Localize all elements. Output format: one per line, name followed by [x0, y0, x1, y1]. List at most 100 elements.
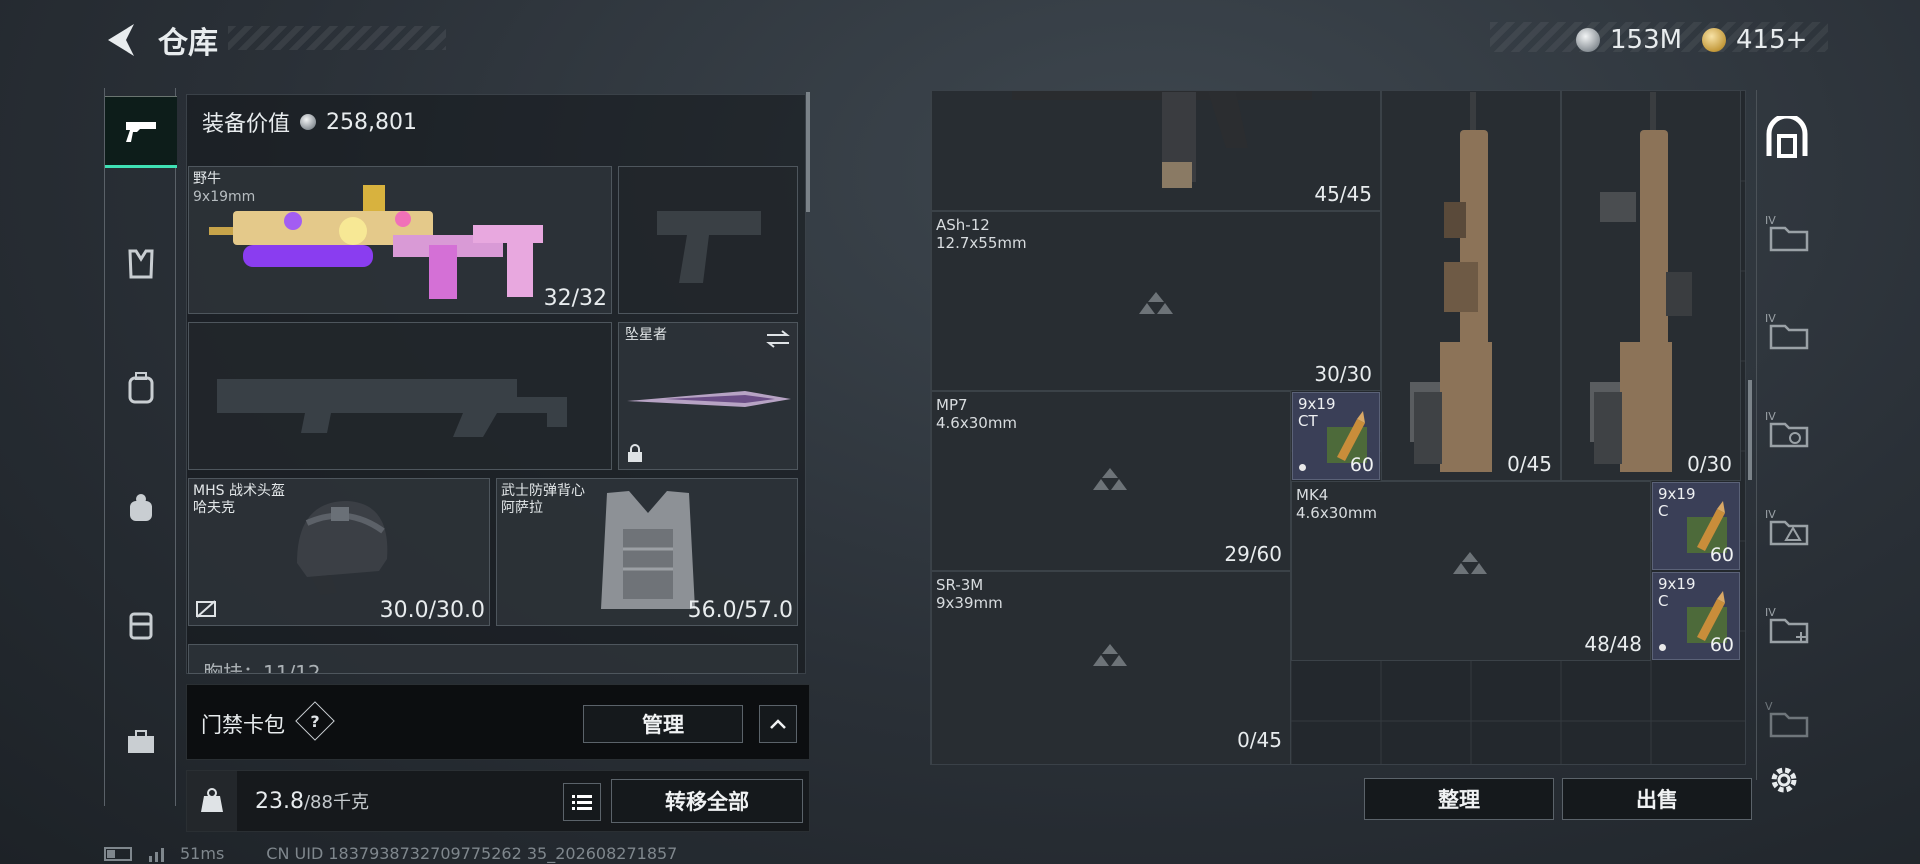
tab-armor-rig[interactable] [105, 228, 177, 300]
grid-item-top[interactable]: 45/45 [931, 91, 1381, 211]
grid-item-rifle-1[interactable]: 0/45 [1381, 91, 1561, 481]
swap-icon[interactable] [765, 329, 791, 349]
tab-container[interactable] [105, 588, 177, 660]
collapse-button[interactable] [759, 705, 797, 743]
chest-rig-slot[interactable]: 胸挂：11/12 [188, 644, 798, 674]
grid-scrollbar[interactable] [1748, 380, 1752, 480]
svg-text:IV: IV [1765, 508, 1776, 521]
item-rarity-icon [1093, 468, 1127, 490]
melee-slot[interactable]: 坠星者 [618, 322, 798, 470]
manage-button[interactable]: 管理 [583, 705, 743, 743]
helmet-image [297, 501, 388, 595]
silver-coin-icon [1576, 28, 1600, 52]
gold-currency[interactable]: 415+ [1702, 25, 1807, 55]
ammo-box-3[interactable]: 9x19 C 60 [1652, 572, 1740, 660]
item-rarity-icon [1453, 552, 1487, 574]
gear-icon [1771, 767, 1797, 793]
stash-tabs: IV IV IV IV IV V [1756, 90, 1818, 780]
title-decoration [228, 26, 446, 50]
svg-text:IV: IV [1765, 312, 1776, 325]
vertical-rifle-image [1410, 92, 1492, 472]
gate-card-label: 门禁卡包 [201, 713, 285, 737]
armor-slot[interactable]: 武士防弹背心 阿萨拉 56.0/57.0 [496, 478, 798, 626]
tab-backpack[interactable] [105, 352, 177, 424]
armor-vest-image [601, 491, 695, 609]
weight-icon [187, 771, 237, 831]
gate-card-bar: 门禁卡包 ? 管理 [186, 684, 810, 760]
chevron-up-icon [770, 719, 786, 729]
case-icon [129, 612, 153, 640]
weight-bar: 23.8/88千克 转移全部 [186, 770, 810, 832]
tab-pouch[interactable] [105, 472, 177, 544]
helmet-name: MHS 战术头盔 [193, 483, 285, 499]
user-uid: CN UID 1837938732709775262 35_2026082718… [266, 844, 678, 863]
bizon-smg-image [209, 185, 543, 299]
sell-button[interactable]: 出售 [1562, 778, 1752, 820]
stash-tab-iv-2[interactable]: IV [1765, 310, 1811, 356]
weapon-ammo-count: 32/32 [543, 286, 607, 311]
grid-item-mp7[interactable]: MP7 4.6x30mm 29/60 [931, 391, 1291, 571]
category-tabs [104, 88, 177, 806]
settings-button[interactable] [1766, 762, 1802, 798]
svg-text:IV: IV [1765, 606, 1776, 619]
stash-grid: 45/45 ASh-12 12.7x55mm 30/30 MP7 4.6x30m… [930, 90, 1746, 765]
folder-v-icon: V [1765, 700, 1809, 738]
grid-item-ash12[interactable]: ASh-12 12.7x55mm 30/30 [931, 211, 1381, 391]
transfer-all-button[interactable]: 转移全部 [611, 779, 803, 823]
grid-item-mk4[interactable]: MK4 4.6x30mm 48/48 [1291, 481, 1651, 661]
armor-name: 武士防弹背心 [501, 483, 585, 499]
pistol-icon [126, 122, 156, 142]
melee-name: 坠星者 [625, 327, 667, 343]
pouch-icon [130, 494, 152, 521]
gold-coin-icon [1702, 28, 1726, 52]
signal-icon [149, 847, 164, 862]
helmet-slot[interactable]: MHS 战术头盔 哈夫克 30.0/30.0 [188, 478, 490, 626]
back-icon[interactable] [100, 20, 140, 60]
stash-tab-iv-4[interactable]: IV [1765, 506, 1811, 552]
stash-tab-v[interactable]: V [1765, 698, 1811, 744]
stash-tab-iv-3[interactable]: IV [1765, 408, 1811, 454]
ammo-box-2[interactable]: 9x19 C 60 [1652, 482, 1740, 570]
tab-toolbox[interactable] [105, 706, 177, 778]
svg-text:IV: IV [1765, 410, 1776, 423]
pistol-placeholder-icon [657, 211, 761, 283]
folder-iv-search-icon: IV [1765, 410, 1809, 448]
list-button[interactable] [563, 783, 601, 821]
ammo-box-1[interactable]: 9x19 CT 60 [1292, 392, 1380, 480]
sidearm-slot[interactable] [618, 166, 798, 314]
silver-currency[interactable]: 153M [1576, 25, 1682, 55]
helmet-durability: 30.0/30.0 [379, 598, 485, 623]
svg-text:V: V [1765, 700, 1773, 713]
item-rarity-icon [1139, 292, 1173, 314]
toolbox-icon [128, 730, 154, 753]
sort-button[interactable]: 整理 [1364, 778, 1554, 820]
item-rarity-icon [1093, 644, 1127, 666]
weight-value: 23.8/88千克 [255, 789, 369, 814]
backpack-icon [128, 372, 154, 404]
silver-coin-icon [300, 114, 317, 130]
folder-iv-add-icon: IV [1765, 606, 1809, 644]
armor-durability: 56.0/57.0 [687, 598, 793, 623]
stash-home-tab[interactable] [1765, 113, 1811, 162]
grid-item-rifle-2[interactable]: 0/30 [1561, 91, 1741, 481]
stash-tab-iv-1[interactable]: IV [1765, 212, 1811, 258]
folder-iv-icon: IV [1765, 312, 1809, 350]
ping-value: 51ms [180, 844, 225, 863]
tab-weapons[interactable] [105, 96, 177, 168]
armor-maker: 阿萨拉 [501, 500, 543, 516]
primary-weapon-slot[interactable]: 野牛 9x19mm 32/32 [188, 166, 612, 314]
folder-iv-alert-icon: IV [1765, 508, 1809, 546]
item-count: 45/45 [1314, 182, 1372, 206]
chest-rig-capacity: 胸挂：11/12 [203, 661, 321, 674]
svg-text:IV: IV [1765, 214, 1776, 227]
equipment-scrollbar[interactable] [806, 92, 810, 212]
grid-item-sr3m[interactable]: SR-3M 9x39mm 0/45 [931, 571, 1291, 764]
help-icon-glyph: ? [310, 711, 320, 731]
secondary-weapon-slot[interactable] [188, 322, 612, 470]
lock-icon [628, 444, 642, 462]
vertical-rifle-image [1590, 92, 1692, 472]
equipment-value: 装备价值 258,801 [202, 109, 417, 138]
stash-tab-iv-5[interactable]: IV [1765, 604, 1811, 650]
no-durability-loss-icon [196, 600, 216, 618]
knife-image [627, 391, 791, 407]
